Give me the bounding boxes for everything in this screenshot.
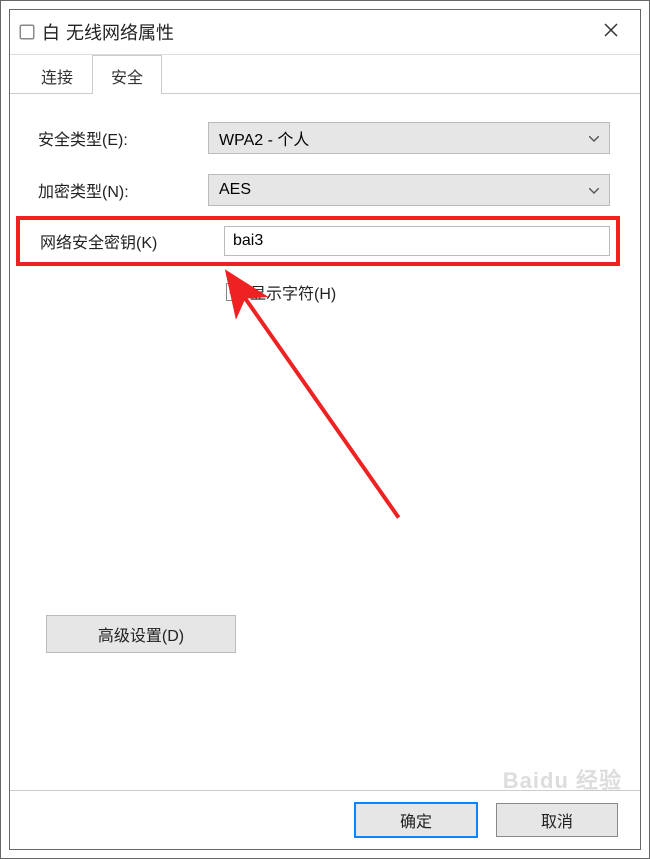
checkbox-show-chars[interactable] (226, 283, 244, 301)
close-icon (603, 22, 619, 38)
chevron-down-icon (589, 183, 599, 197)
ok-button[interactable]: 确定 (354, 802, 478, 838)
select-security-type-value: WPA2 - 个人 (219, 126, 309, 150)
tab-connect[interactable]: 连接 (22, 55, 92, 94)
dialog-footer: 确定 取消 (10, 790, 640, 849)
cancel-button[interactable]: 取消 (496, 803, 618, 837)
title-prefix: 白 (42, 19, 60, 45)
chevron-down-icon (589, 131, 599, 145)
titlebar-left: 白 无线网络属性 (18, 19, 174, 45)
input-network-key-value: bai3 (233, 232, 263, 250)
watermark: Baidu 经验 (503, 763, 622, 795)
tab-strip: 连接 安全 (10, 55, 640, 94)
titlebar: 白 无线网络属性 (10, 10, 640, 55)
app-icon (18, 23, 36, 41)
close-button[interactable] (592, 21, 630, 44)
label-security-type: 安全类型(E): (38, 126, 208, 150)
select-security-type[interactable]: WPA2 - 个人 (208, 122, 610, 154)
screenshot-frame: 白 无线网络属性 连接 安全 安全类型(E): WPA2 - 个人 (0, 0, 650, 859)
row-encryption: 加密类型(N): AES (38, 174, 610, 206)
tab-content: 安全类型(E): WPA2 - 个人 加密类型(N): AES (10, 94, 640, 304)
row-network-key: 网络安全密钥(K) bai3 (26, 226, 610, 256)
label-show-chars: 显示字符(H) (250, 280, 336, 304)
select-encryption[interactable]: AES (208, 174, 610, 206)
tab-security[interactable]: 安全 (92, 55, 162, 94)
advanced-area: 高级设置(D) (46, 615, 236, 653)
window-title: 无线网络属性 (66, 19, 174, 45)
row-security-type: 安全类型(E): WPA2 - 个人 (38, 122, 610, 154)
annotation-highlight: 网络安全密钥(K) bai3 (16, 216, 620, 266)
label-encryption: 加密类型(N): (38, 178, 208, 202)
select-encryption-value: AES (219, 181, 251, 199)
check-icon (229, 286, 241, 298)
label-network-key: 网络安全密钥(K) (26, 229, 224, 253)
row-show-chars: 显示字符(H) (226, 280, 610, 304)
advanced-settings-button[interactable]: 高级设置(D) (46, 615, 236, 653)
dialog-window: 白 无线网络属性 连接 安全 安全类型(E): WPA2 - 个人 (9, 9, 641, 850)
input-network-key[interactable]: bai3 (224, 226, 610, 256)
